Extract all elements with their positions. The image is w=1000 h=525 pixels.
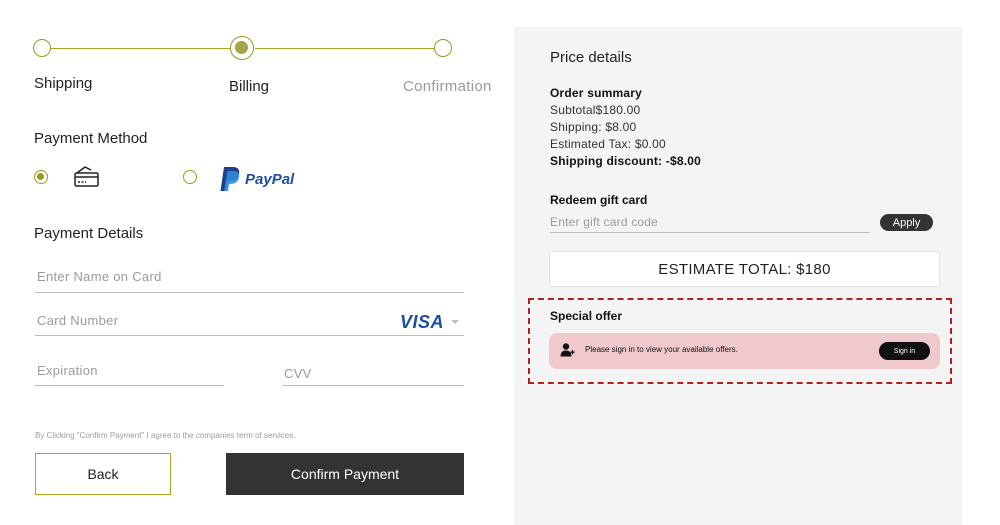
paypal-logo[interactable]: PayPal — [218, 165, 294, 193]
gift-card-input[interactable]: Enter gift card code — [550, 215, 870, 233]
radio-card[interactable] — [34, 170, 48, 184]
terms-text: By Clicking "Confirm Payment" I agree to… — [35, 431, 296, 440]
step-dot-shipping[interactable] — [33, 39, 51, 57]
sign-in-offer-banner: Please sign in to view your available of… — [549, 333, 940, 369]
cvv-placeholder: CVV — [284, 366, 312, 381]
special-offer-title: Special offer — [550, 309, 623, 323]
confirm-payment-button[interactable]: Confirm Payment — [226, 453, 464, 495]
expiration-placeholder: Expiration — [37, 363, 98, 378]
payment-method-title: Payment Method — [34, 130, 148, 147]
name-on-card-field[interactable]: Enter Name on Card — [35, 266, 464, 293]
apply-button[interactable]: Apply — [880, 214, 933, 231]
visa-logo: VISA — [400, 312, 445, 332]
paypal-icon — [220, 167, 240, 191]
price-details-panel: Price details Order summary Subtotal$180… — [514, 27, 962, 525]
subtotal-line: Subtotal$180.00 — [550, 103, 641, 117]
shipping-line: Shipping: $8.00 — [550, 120, 637, 134]
tax-line: Estimated Tax: $0.00 — [550, 137, 666, 151]
step-label-billing: Billing — [229, 78, 270, 95]
credit-card-icon[interactable] — [73, 164, 101, 193]
expiration-field[interactable]: Expiration — [35, 360, 224, 386]
checkout-form: Shipping Billing Confirmation Payment Me… — [0, 0, 500, 525]
step-dot-billing[interactable] — [230, 36, 254, 60]
card-brand-chevron-down-icon[interactable] — [451, 320, 459, 324]
estimate-total: ESTIMATE TOTAL: $180 — [549, 251, 940, 287]
price-details-title: Price details — [550, 49, 632, 66]
card-number-field[interactable]: Card Number VISA — [35, 310, 464, 336]
radio-paypal[interactable] — [183, 170, 197, 184]
paypal-label: PayPal — [245, 170, 295, 188]
shipping-discount-line: Shipping discount: -$8.00 — [550, 154, 702, 168]
step-label-confirmation: Confirmation — [403, 78, 492, 95]
step-dot-confirmation[interactable] — [434, 39, 452, 57]
order-summary: Order summary Subtotal$180.00 Shipping: … — [550, 85, 701, 170]
payment-details-title: Payment Details — [34, 225, 144, 242]
stepper-line-2 — [255, 48, 435, 49]
order-summary-label: Order summary — [550, 86, 642, 100]
back-button[interactable]: Back — [35, 453, 171, 495]
gift-card-placeholder: Enter gift card code — [550, 215, 659, 229]
special-offer-section: Special offer Please sign in to view you… — [528, 298, 952, 384]
sign-in-button[interactable]: Sign in — [879, 342, 930, 360]
step-label-shipping: Shipping — [34, 75, 93, 92]
stepper-line-1 — [51, 48, 231, 49]
cvv-field[interactable]: CVV — [282, 362, 464, 386]
name-on-card-placeholder: Enter Name on Card — [37, 269, 162, 284]
offer-message: Please sign in to view your available of… — [585, 345, 738, 354]
card-number-placeholder: Card Number — [37, 313, 119, 328]
gift-card-label: Redeem gift card — [550, 193, 648, 207]
user-icon — [560, 343, 575, 357]
